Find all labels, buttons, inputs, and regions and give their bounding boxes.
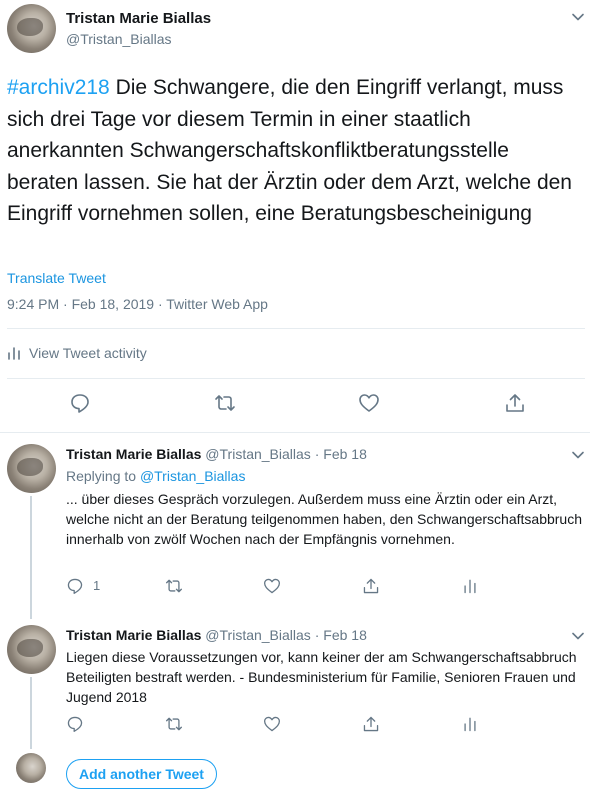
separator-dot: · <box>314 446 320 462</box>
tweet-timestamp[interactable]: 9:24 PM · Feb 18, 2019 · Twitter Web App <box>7 296 268 312</box>
thread-line <box>30 677 32 749</box>
heart-icon[interactable] <box>263 577 281 595</box>
replying-prefix: Replying to <box>66 468 140 484</box>
separator-dot: · <box>314 627 320 643</box>
reply-icon[interactable] <box>66 715 84 733</box>
hashtag-link[interactable]: #archiv218 <box>7 76 110 99</box>
reply-icon[interactable] <box>66 577 84 595</box>
avatar[interactable] <box>7 444 56 493</box>
retweet-icon[interactable] <box>165 715 183 733</box>
heart-icon[interactable] <box>263 715 281 733</box>
chevron-down-icon[interactable] <box>571 448 585 462</box>
author-name[interactable]: Tristan Marie Biallas <box>66 10 211 27</box>
share-icon[interactable] <box>504 392 526 414</box>
main-tweet: Tristan Marie Biallas @Tristan_Biallas #… <box>0 0 590 436</box>
analytics-icon[interactable] <box>461 577 479 595</box>
avatar <box>16 753 46 783</box>
chevron-down-icon[interactable] <box>571 629 585 643</box>
reply-icon[interactable] <box>69 392 91 414</box>
reply-actions <box>0 715 590 735</box>
reply-text: Liegen diese Voraussetzungen vor, kann k… <box>66 649 577 705</box>
author-handle[interactable]: @Tristan_Biallas <box>66 31 172 47</box>
activity-label: View Tweet activity <box>29 345 147 361</box>
reply-actions: 1 <box>0 577 590 597</box>
analytics-icon <box>8 347 20 360</box>
tweet-date[interactable]: Feb 18 <box>323 446 367 462</box>
avatar[interactable] <box>7 625 56 674</box>
reply-count: 1 <box>93 578 101 593</box>
replying-to-link[interactable]: @Tristan_Biallas <box>140 468 246 484</box>
replying-to: Replying to @Tristan_Biallas <box>66 468 245 484</box>
view-tweet-activity[interactable]: View Tweet activity <box>7 345 147 361</box>
translate-tweet-link[interactable]: Translate Tweet <box>7 270 106 286</box>
reply-header: Tristan Marie Biallas @Tristan_Biallas ·… <box>66 627 367 643</box>
retweet-icon[interactable] <box>214 392 236 414</box>
divider <box>7 328 585 329</box>
heart-icon[interactable] <box>358 392 380 414</box>
reply-tweet[interactable]: Tristan Marie Biallas @Tristan_Biallas ·… <box>0 619 590 749</box>
author-name[interactable]: Tristan Marie Biallas <box>66 627 201 643</box>
reply-text: ... über dieses Gespräch vorzulegen. Auß… <box>66 491 582 547</box>
author-handle[interactable]: @Tristan_Biallas <box>205 446 311 462</box>
chevron-down-icon[interactable] <box>571 10 585 24</box>
add-another-tweet-button[interactable]: Add another Tweet <box>66 759 217 789</box>
author-handle[interactable]: @Tristan_Biallas <box>205 627 311 643</box>
tweet-date[interactable]: Feb 18 <box>323 627 367 643</box>
tweet-actions <box>0 392 590 416</box>
tweet-text: #archiv218 Die Schwangere, die den Eingr… <box>7 72 585 230</box>
divider <box>7 378 585 379</box>
avatar[interactable] <box>7 4 56 53</box>
reply-header: Tristan Marie Biallas @Tristan_Biallas ·… <box>66 446 367 462</box>
author-name[interactable]: Tristan Marie Biallas <box>66 446 201 462</box>
reply-tweet[interactable]: Tristan Marie Biallas @Tristan_Biallas ·… <box>0 436 590 619</box>
retweet-icon[interactable] <box>165 577 183 595</box>
analytics-icon[interactable] <box>461 715 479 733</box>
divider <box>0 432 590 433</box>
share-icon[interactable] <box>362 577 380 595</box>
share-icon[interactable] <box>362 715 380 733</box>
thread-line <box>30 496 32 619</box>
